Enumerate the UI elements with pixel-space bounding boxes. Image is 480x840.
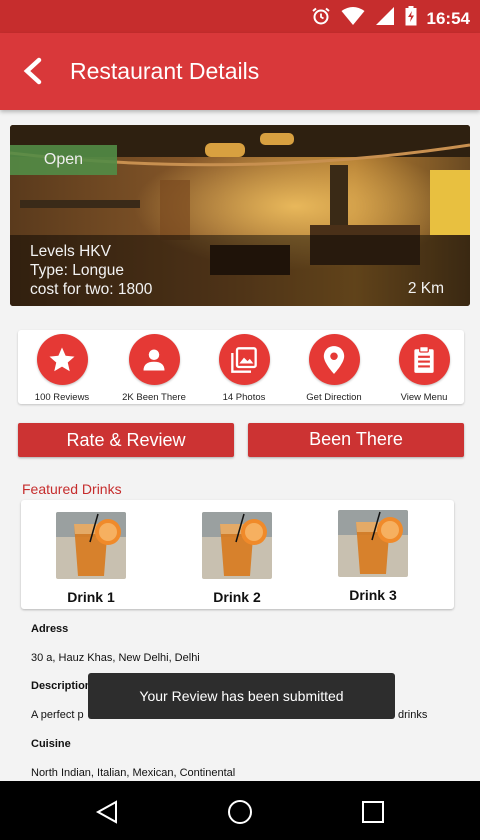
quick-actions-bar: 100 Reviews 2K Been There 14 Photos Get … — [18, 330, 464, 404]
get-direction-action-label: Get Direction — [306, 392, 362, 403]
restaurant-info: Levels HKV Type: Longue cost for two: 18… — [30, 242, 152, 299]
view-menu-action-label: View Menu — [400, 392, 448, 403]
nav-home-icon — [228, 800, 252, 824]
star-icon — [49, 347, 75, 371]
nav-back-icon — [95, 800, 117, 824]
been-there-action-label: 2K Been There — [122, 392, 186, 403]
photos-action[interactable]: 14 Photos — [199, 334, 289, 403]
address-label: Adress — [31, 623, 69, 635]
drink-item[interactable]: Drink 2 — [187, 512, 287, 605]
nav-recents-button[interactable] — [358, 797, 388, 827]
get-direction-action[interactable]: Get Direction — [289, 334, 379, 403]
alarm-icon — [311, 6, 331, 31]
reviews-action[interactable]: 100 Reviews — [17, 334, 107, 403]
been-there-button[interactable]: Been There — [248, 423, 464, 457]
restaurant-cost: cost for two: 1800 — [30, 281, 153, 298]
restaurant-name: Levels HKV — [30, 243, 111, 260]
drink-item[interactable]: Drink 1 — [41, 512, 141, 605]
description-value-start: A perfect p — [31, 709, 84, 721]
back-button[interactable] — [14, 53, 50, 89]
rate-review-button[interactable]: Rate & Review — [18, 423, 234, 457]
restaurant-distance: 2 Km — [407, 280, 444, 297]
description-label: Description — [31, 680, 92, 692]
restaurant-card[interactable]: Open Levels HKV Type: Longue cost for tw… — [10, 125, 470, 306]
open-status-badge: Open — [10, 145, 117, 175]
been-there-action[interactable]: 2K Been There — [109, 334, 199, 403]
page-title: Restaurant Details — [70, 58, 260, 84]
drink-image — [202, 512, 272, 579]
reviews-action-label: 100 Reviews — [34, 392, 90, 403]
drink-image — [338, 510, 408, 577]
system-nav-bar — [0, 781, 480, 840]
view-menu-action[interactable]: View Menu — [379, 334, 469, 403]
back-arrow-icon — [23, 57, 42, 85]
cuisine-value: North Indian, Italian, Mexican, Continen… — [31, 767, 236, 779]
photos-icon — [231, 346, 257, 373]
status-time: 16:54 — [426, 8, 470, 28]
wifi-icon — [341, 6, 365, 31]
drink-name: Drink 1 — [67, 589, 115, 605]
status-bar: 16:54 — [0, 0, 480, 33]
drink-name: Drink 3 — [349, 587, 397, 603]
cuisine-label: Cuisine — [31, 738, 71, 750]
photos-action-label: 14 Photos — [222, 392, 266, 403]
featured-drinks-title: Featured Drinks — [22, 481, 122, 497]
restaurant-type: Type: Longue — [30, 262, 124, 279]
toast-message: Your Review has been submitted — [88, 673, 395, 719]
drink-name: Drink 2 — [213, 589, 261, 605]
signal-icon — [375, 6, 395, 31]
person-icon — [143, 349, 165, 370]
drink-image — [56, 512, 126, 579]
nav-back-button[interactable] — [92, 797, 122, 827]
nav-recents-icon — [362, 801, 384, 823]
featured-drinks-card: Drink 1 Drink 2 Drink 3 — [21, 500, 454, 609]
clipboard-icon — [414, 345, 434, 373]
description-value-end: drinks — [398, 709, 428, 721]
app-bar: Restaurant Details — [0, 33, 480, 110]
drink-item[interactable]: Drink 3 — [323, 510, 423, 603]
battery-charging-icon — [405, 6, 417, 31]
address-value: 30 a, Hauz Khas, New Delhi, Delhi — [31, 652, 200, 664]
nav-home-button[interactable] — [225, 797, 255, 827]
location-pin-icon — [323, 345, 345, 374]
